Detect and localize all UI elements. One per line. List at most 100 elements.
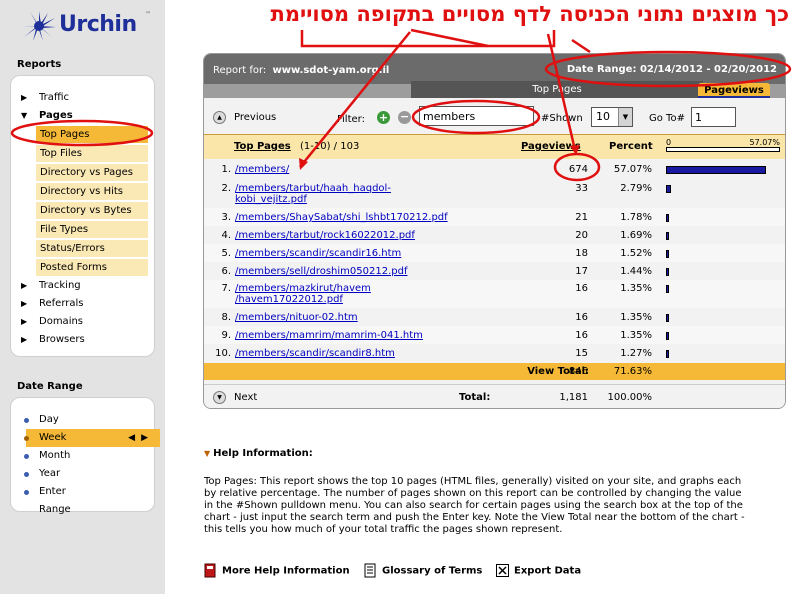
table-row: 1. /members/674 57.07%	[204, 160, 785, 180]
row-pageviews: 16	[575, 330, 588, 341]
page-link[interactable]: /members/sell/droshim050212.pdf	[235, 266, 407, 277]
chevron-down-icon[interactable]: ▼	[618, 108, 632, 126]
percent-bar	[666, 185, 671, 193]
view-total-row: View Total: 846 71.63%	[204, 363, 785, 380]
bullet-icon	[24, 454, 29, 459]
goto-label: Go To#	[649, 113, 685, 124]
previous-link[interactable]: Previous	[234, 112, 276, 123]
shown-value: 10	[596, 110, 610, 123]
triangle-down-icon: ▼	[21, 111, 28, 120]
view-total-percent: 71.63%	[613, 366, 652, 377]
week-prev-next-arrows-icon[interactable]: ◀▶	[128, 429, 154, 447]
row-pageviews: 21	[575, 212, 588, 223]
export-data-link[interactable]: Export Data	[496, 563, 581, 578]
page-link[interactable]: /members/ShaySabat/shi_lshbt170212.pdf	[235, 212, 448, 223]
table-row: 4. /members/tarbut/rock16022012.pdf 20 1.69…	[204, 226, 785, 244]
row-percent: 1.35%	[620, 312, 652, 323]
date-range-label: Date Range: 02/14/2012 - 02/20/2012	[566, 64, 777, 75]
filter-label: Filter:	[337, 114, 365, 125]
help-book-icon	[204, 563, 216, 578]
col-pageviews[interactable]: Pageviews	[521, 141, 581, 152]
page-link[interactable]: /members/scandir/scandir8.htm	[235, 348, 395, 359]
row-number: 10.	[215, 348, 231, 359]
more-help-link[interactable]: More Help Information	[204, 563, 350, 578]
percent-bar	[666, 214, 669, 222]
nav-directory-vs-pages[interactable]: Directory vs Pages	[36, 164, 148, 181]
row-pageviews: 33	[575, 183, 588, 194]
table-header: Top Pages (1-10) / 103 Pageviews Percent…	[204, 134, 785, 159]
table-row: 9. /members/mamrim/mamrim-041.htm 16 1.35%	[204, 326, 785, 344]
next-arrow-icon[interactable]: ▼	[213, 391, 226, 404]
table-row: 7. /members/mazkirut/havem /havem17022012…	[204, 280, 785, 308]
page-range: (1-10) / 103	[300, 141, 360, 152]
triangle-right-icon: ▶	[21, 299, 28, 308]
nav-directory-vs-hits[interactable]: Directory vs Hits	[36, 183, 148, 200]
report-tabs: Top Pages Pageviews	[204, 81, 785, 98]
row-percent: 1.44%	[620, 266, 652, 277]
help-title: ▼ Help Information:	[204, 448, 313, 459]
tab-top-pages: Top Pages	[411, 81, 703, 98]
nav-posted-forms[interactable]: Posted Forms	[36, 259, 148, 276]
trademark-mark: ™	[145, 11, 151, 18]
date-range-week[interactable]: Week ◀▶	[24, 429, 160, 447]
row-percent: 57.07%	[613, 164, 652, 175]
shown-select[interactable]: 10 ▼	[591, 107, 633, 127]
nav-top-files[interactable]: Top Files	[36, 145, 148, 162]
sidebar: Urchin ™ Reports ▶ Traffic ▼ Pages Top P…	[0, 0, 165, 594]
percent-bar	[666, 166, 766, 174]
table-row: 10. /members/scandir/scandir8.htm 15 1.27%	[204, 344, 785, 362]
percent-bar	[666, 268, 669, 276]
glossary-link[interactable]: Glossary of Terms	[364, 563, 482, 578]
export-x-icon	[496, 564, 509, 577]
next-link[interactable]: Next	[234, 392, 257, 403]
total-pageviews: 1,181	[559, 392, 588, 403]
previous-arrow-icon[interactable]: ▲	[213, 111, 226, 124]
reports-panel: ▶ Traffic ▼ Pages Top Pages Top Files Di…	[10, 75, 155, 357]
filter-include-plus-icon[interactable]: +	[377, 111, 390, 124]
nav-directory-vs-bytes[interactable]: Directory vs Bytes	[36, 202, 148, 219]
row-number: 7.	[221, 283, 231, 294]
table-row: 8. /members/nituor-02.htm 16 1.35%	[204, 308, 785, 326]
page-link[interactable]: /members/	[235, 164, 289, 175]
row-number: 2.	[221, 183, 231, 194]
filter-exclude-minus-icon[interactable]: −	[398, 111, 411, 124]
table-row: 6. /members/sell/droshim050212.pdf 17 1.44%	[204, 262, 785, 280]
row-pageviews: 20	[575, 230, 588, 241]
filter-input[interactable]	[419, 106, 534, 126]
page-link[interactable]: /members/tarbut/haah_haqdol- kobi_vejitz…	[235, 183, 391, 205]
page-link[interactable]: /members/mazkirut/havem /havem17022012.p…	[235, 283, 371, 305]
triangle-right-icon: ▶	[21, 335, 28, 344]
nav-top-pages[interactable]: Top Pages	[36, 126, 148, 143]
goto-input[interactable]	[691, 107, 736, 127]
row-percent: 2.79%	[620, 183, 652, 194]
annotation-title: כך מוצגים נתוני הכניסה לדף מסויים בתקופה…	[270, 2, 789, 26]
bullet-icon	[24, 418, 29, 423]
triangle-right-icon: ▶	[21, 281, 28, 290]
page-link[interactable]: /members/scandir/scandir16.htm	[235, 248, 401, 259]
page-link[interactable]: /members/mamrim/mamrim-041.htm	[235, 330, 423, 341]
tab-pageviews[interactable]: Pageviews	[698, 83, 770, 98]
bullet-icon	[24, 490, 29, 495]
col-top-pages[interactable]: Top Pages	[234, 141, 291, 152]
urchin-logo: Urchin ™	[21, 10, 151, 46]
col-percent: Percent	[609, 141, 653, 152]
page-link[interactable]: /members/tarbut/rock16022012.pdf	[235, 230, 415, 241]
percent-bar	[666, 285, 669, 293]
date-range-title: Date Range	[17, 381, 83, 392]
nav-status-errors[interactable]: Status/Errors	[36, 240, 148, 257]
percent-bar	[666, 314, 669, 322]
percent-bar	[666, 332, 669, 340]
row-percent: 1.27%	[620, 348, 652, 359]
triangle-right-icon: ▶	[21, 317, 28, 326]
report-panel: Report for: www.sdot-yam.org.il Date Ran…	[203, 53, 786, 409]
date-range-panel: Day Week ◀▶ Month Year Enter Range	[10, 397, 160, 515]
row-number: 6.	[221, 266, 231, 277]
row-pageviews: 18	[575, 248, 588, 259]
row-pageviews: 16	[575, 312, 588, 323]
reports-title: Reports	[17, 59, 62, 70]
page-link[interactable]: /members/nituor-02.htm	[235, 312, 358, 323]
row-pageviews: 17	[575, 266, 588, 277]
row-number: 1.	[221, 164, 231, 175]
total-row: ▼ Next Total: 1,181 100.00%	[204, 384, 785, 408]
nav-file-types[interactable]: File Types	[36, 221, 148, 238]
